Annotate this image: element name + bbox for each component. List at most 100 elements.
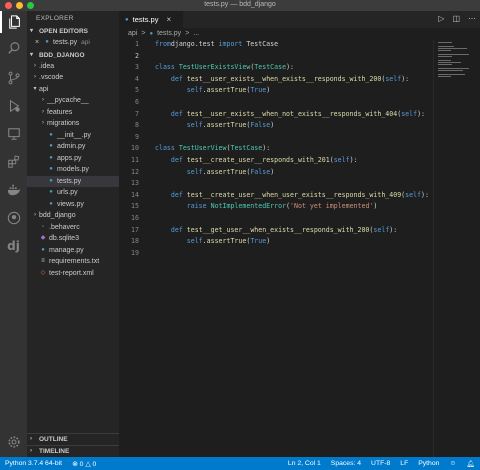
tree-file[interactable]: ● __init__.py bbox=[27, 130, 119, 142]
project-header[interactable]: ▾ BDD_DJANGO bbox=[27, 50, 119, 61]
github-icon[interactable] bbox=[0, 207, 27, 229]
tree-item-label: features bbox=[47, 108, 73, 116]
tree-file[interactable]: ◇ test-report.xml bbox=[27, 268, 119, 280]
tree-file[interactable]: ● manage.py bbox=[27, 245, 119, 257]
code-token: ): bbox=[417, 109, 426, 118]
tree-file[interactable]: ● admin.py bbox=[27, 141, 119, 153]
breadcrumb-symbol[interactable]: ... bbox=[193, 30, 199, 37]
code-line[interactable]: 9 bbox=[119, 132, 433, 144]
code-line[interactable]: 3 class TestUserExistsView(TestCase): bbox=[119, 62, 433, 74]
minimap[interactable] bbox=[433, 39, 480, 457]
code-token: assertTrue bbox=[206, 86, 247, 95]
code-line[interactable]: 1 fromdjango.test import TestCase bbox=[119, 39, 433, 51]
feedback-icon[interactable]: ☺ bbox=[444, 460, 461, 467]
code-token: def bbox=[170, 190, 183, 199]
code-line[interactable]: 19 bbox=[119, 248, 433, 260]
minimap-line bbox=[438, 56, 452, 57]
tree-item-label: api bbox=[39, 85, 49, 93]
text-file-icon: ≡ bbox=[41, 258, 45, 264]
tree-folder[interactable]: › bdd_django bbox=[27, 210, 119, 222]
code-line[interactable]: 15 raise NotImplementedError('Not yet im… bbox=[119, 201, 433, 213]
tree-folder[interactable]: › .vscode bbox=[27, 72, 119, 84]
code-token: False bbox=[250, 167, 271, 176]
tree-file[interactable]: ● tests.py bbox=[27, 175, 119, 187]
run-debug-icon[interactable] bbox=[0, 95, 27, 117]
code-line[interactable]: 14 def test__create_user__when_user_exis… bbox=[119, 190, 433, 202]
docker-icon[interactable] bbox=[0, 179, 27, 201]
code-line[interactable]: 7 def test__user_exists__when_not_exists… bbox=[119, 109, 433, 121]
tree-file[interactable]: ● views.py bbox=[27, 199, 119, 211]
tree-file[interactable]: ◆ db.sqlite3 bbox=[27, 233, 119, 245]
minimap-line bbox=[438, 60, 452, 61]
source-control-icon[interactable] bbox=[0, 67, 27, 89]
tree-folder[interactable]: ▾ api bbox=[27, 84, 119, 96]
tree-file[interactable]: ● apps.py bbox=[27, 153, 119, 165]
code-token: def bbox=[170, 225, 183, 234]
tree-file[interactable]: ≡ requirements.txt bbox=[27, 256, 119, 268]
python-interpreter[interactable]: Python 3.7.4 64-bit bbox=[0, 460, 67, 467]
breadcrumb: api > ● tests.py > ... bbox=[119, 28, 480, 39]
code-editor[interactable]: 1 fromdjango.test import TestCase 2 3 class … bbox=[119, 39, 433, 457]
cursor-position[interactable]: Ln 2, Col 1 bbox=[283, 460, 326, 467]
breadcrumb-folder[interactable]: api bbox=[128, 30, 137, 37]
code-line[interactable]: 18 self.assertTrue(True) bbox=[119, 236, 433, 248]
code-line[interactable]: 10 class TestUserView(TestCase): bbox=[119, 143, 433, 155]
settings-gear-icon[interactable] bbox=[0, 431, 27, 453]
code-line[interactable]: 2 bbox=[119, 51, 433, 63]
extensions-icon[interactable] bbox=[0, 151, 27, 173]
tree-folder[interactable]: › migrations bbox=[27, 118, 119, 130]
tab-tests-py[interactable]: ● tests.py × bbox=[119, 11, 183, 28]
outline-section[interactable]: › OUTLINE bbox=[27, 433, 119, 445]
code-line[interactable]: 6 bbox=[119, 97, 433, 109]
tree-file[interactable]: ● urls.py bbox=[27, 187, 119, 199]
minimap-line bbox=[438, 74, 466, 75]
timeline-section[interactable]: › TIMELINE bbox=[27, 445, 119, 457]
code-token: ): bbox=[262, 144, 271, 153]
notifications-icon[interactable]: 🔔︎ bbox=[461, 460, 480, 468]
code-token: self bbox=[333, 156, 350, 164]
tree-folder[interactable]: › __pycache__ bbox=[27, 95, 119, 107]
django-icon[interactable]: dj bbox=[0, 235, 27, 257]
code-token: assertTrue bbox=[206, 121, 247, 130]
code-token: raise bbox=[186, 202, 207, 211]
open-editor-item[interactable]: × ● tests.py api bbox=[27, 37, 119, 49]
code-token: class bbox=[155, 63, 175, 72]
tree-item-label: bdd_django bbox=[39, 212, 76, 219]
code-token: def bbox=[170, 156, 183, 164]
tree-folder[interactable]: › .idea bbox=[27, 61, 119, 73]
tree-file[interactable]: ● models.py bbox=[27, 164, 119, 176]
code-line[interactable]: 11 def test__create_user__responds_with_… bbox=[119, 155, 433, 167]
code-token: self bbox=[186, 86, 203, 95]
tree-folder[interactable]: › features bbox=[27, 107, 119, 119]
code-line[interactable]: 5 self.assertTrue(True) bbox=[119, 85, 433, 97]
code-line[interactable]: 13 bbox=[119, 178, 433, 190]
code-token: test__get_user__when_exists__responds_wi… bbox=[186, 225, 370, 234]
problems-indicator[interactable]: ⊗ 0 △ 0 bbox=[67, 460, 101, 468]
code-line[interactable]: 16 bbox=[119, 213, 433, 225]
indentation[interactable]: Spaces: 4 bbox=[326, 460, 366, 467]
end-of-line[interactable]: LF bbox=[395, 460, 413, 467]
remote-explorer-icon[interactable] bbox=[0, 123, 27, 145]
close-icon[interactable]: × bbox=[166, 15, 171, 24]
open-editors-header[interactable]: ▾ OPEN EDITORS bbox=[27, 26, 119, 37]
run-file-icon[interactable]: ▷ bbox=[438, 14, 444, 23]
encoding[interactable]: UTF-8 bbox=[366, 460, 395, 467]
close-icon[interactable]: × bbox=[35, 37, 43, 49]
code-token: ): bbox=[349, 156, 358, 164]
code-token: 'Not yet implemented' bbox=[290, 202, 374, 211]
language-mode[interactable]: Python bbox=[413, 460, 444, 467]
more-actions-icon[interactable]: ⋯ bbox=[468, 14, 476, 23]
line-number: 12 bbox=[131, 167, 139, 176]
files-icon[interactable] bbox=[0, 11, 27, 33]
code-line[interactable]: 17 def test__get_user__when_exists__resp… bbox=[119, 225, 433, 237]
code-line[interactable]: 4 def test__user_exists__when_exists__re… bbox=[119, 74, 433, 86]
tree-file[interactable]: ◦ .behaverc bbox=[27, 222, 119, 234]
code-line[interactable]: 12 self.assertTrue(False) bbox=[119, 167, 433, 179]
breadcrumb-file[interactable]: tests.py bbox=[157, 30, 181, 37]
search-icon[interactable] bbox=[0, 37, 27, 59]
split-editor-icon[interactable]: ◫ bbox=[452, 14, 460, 23]
code-line[interactable]: 8 self.assertTrue(False) bbox=[119, 120, 433, 132]
